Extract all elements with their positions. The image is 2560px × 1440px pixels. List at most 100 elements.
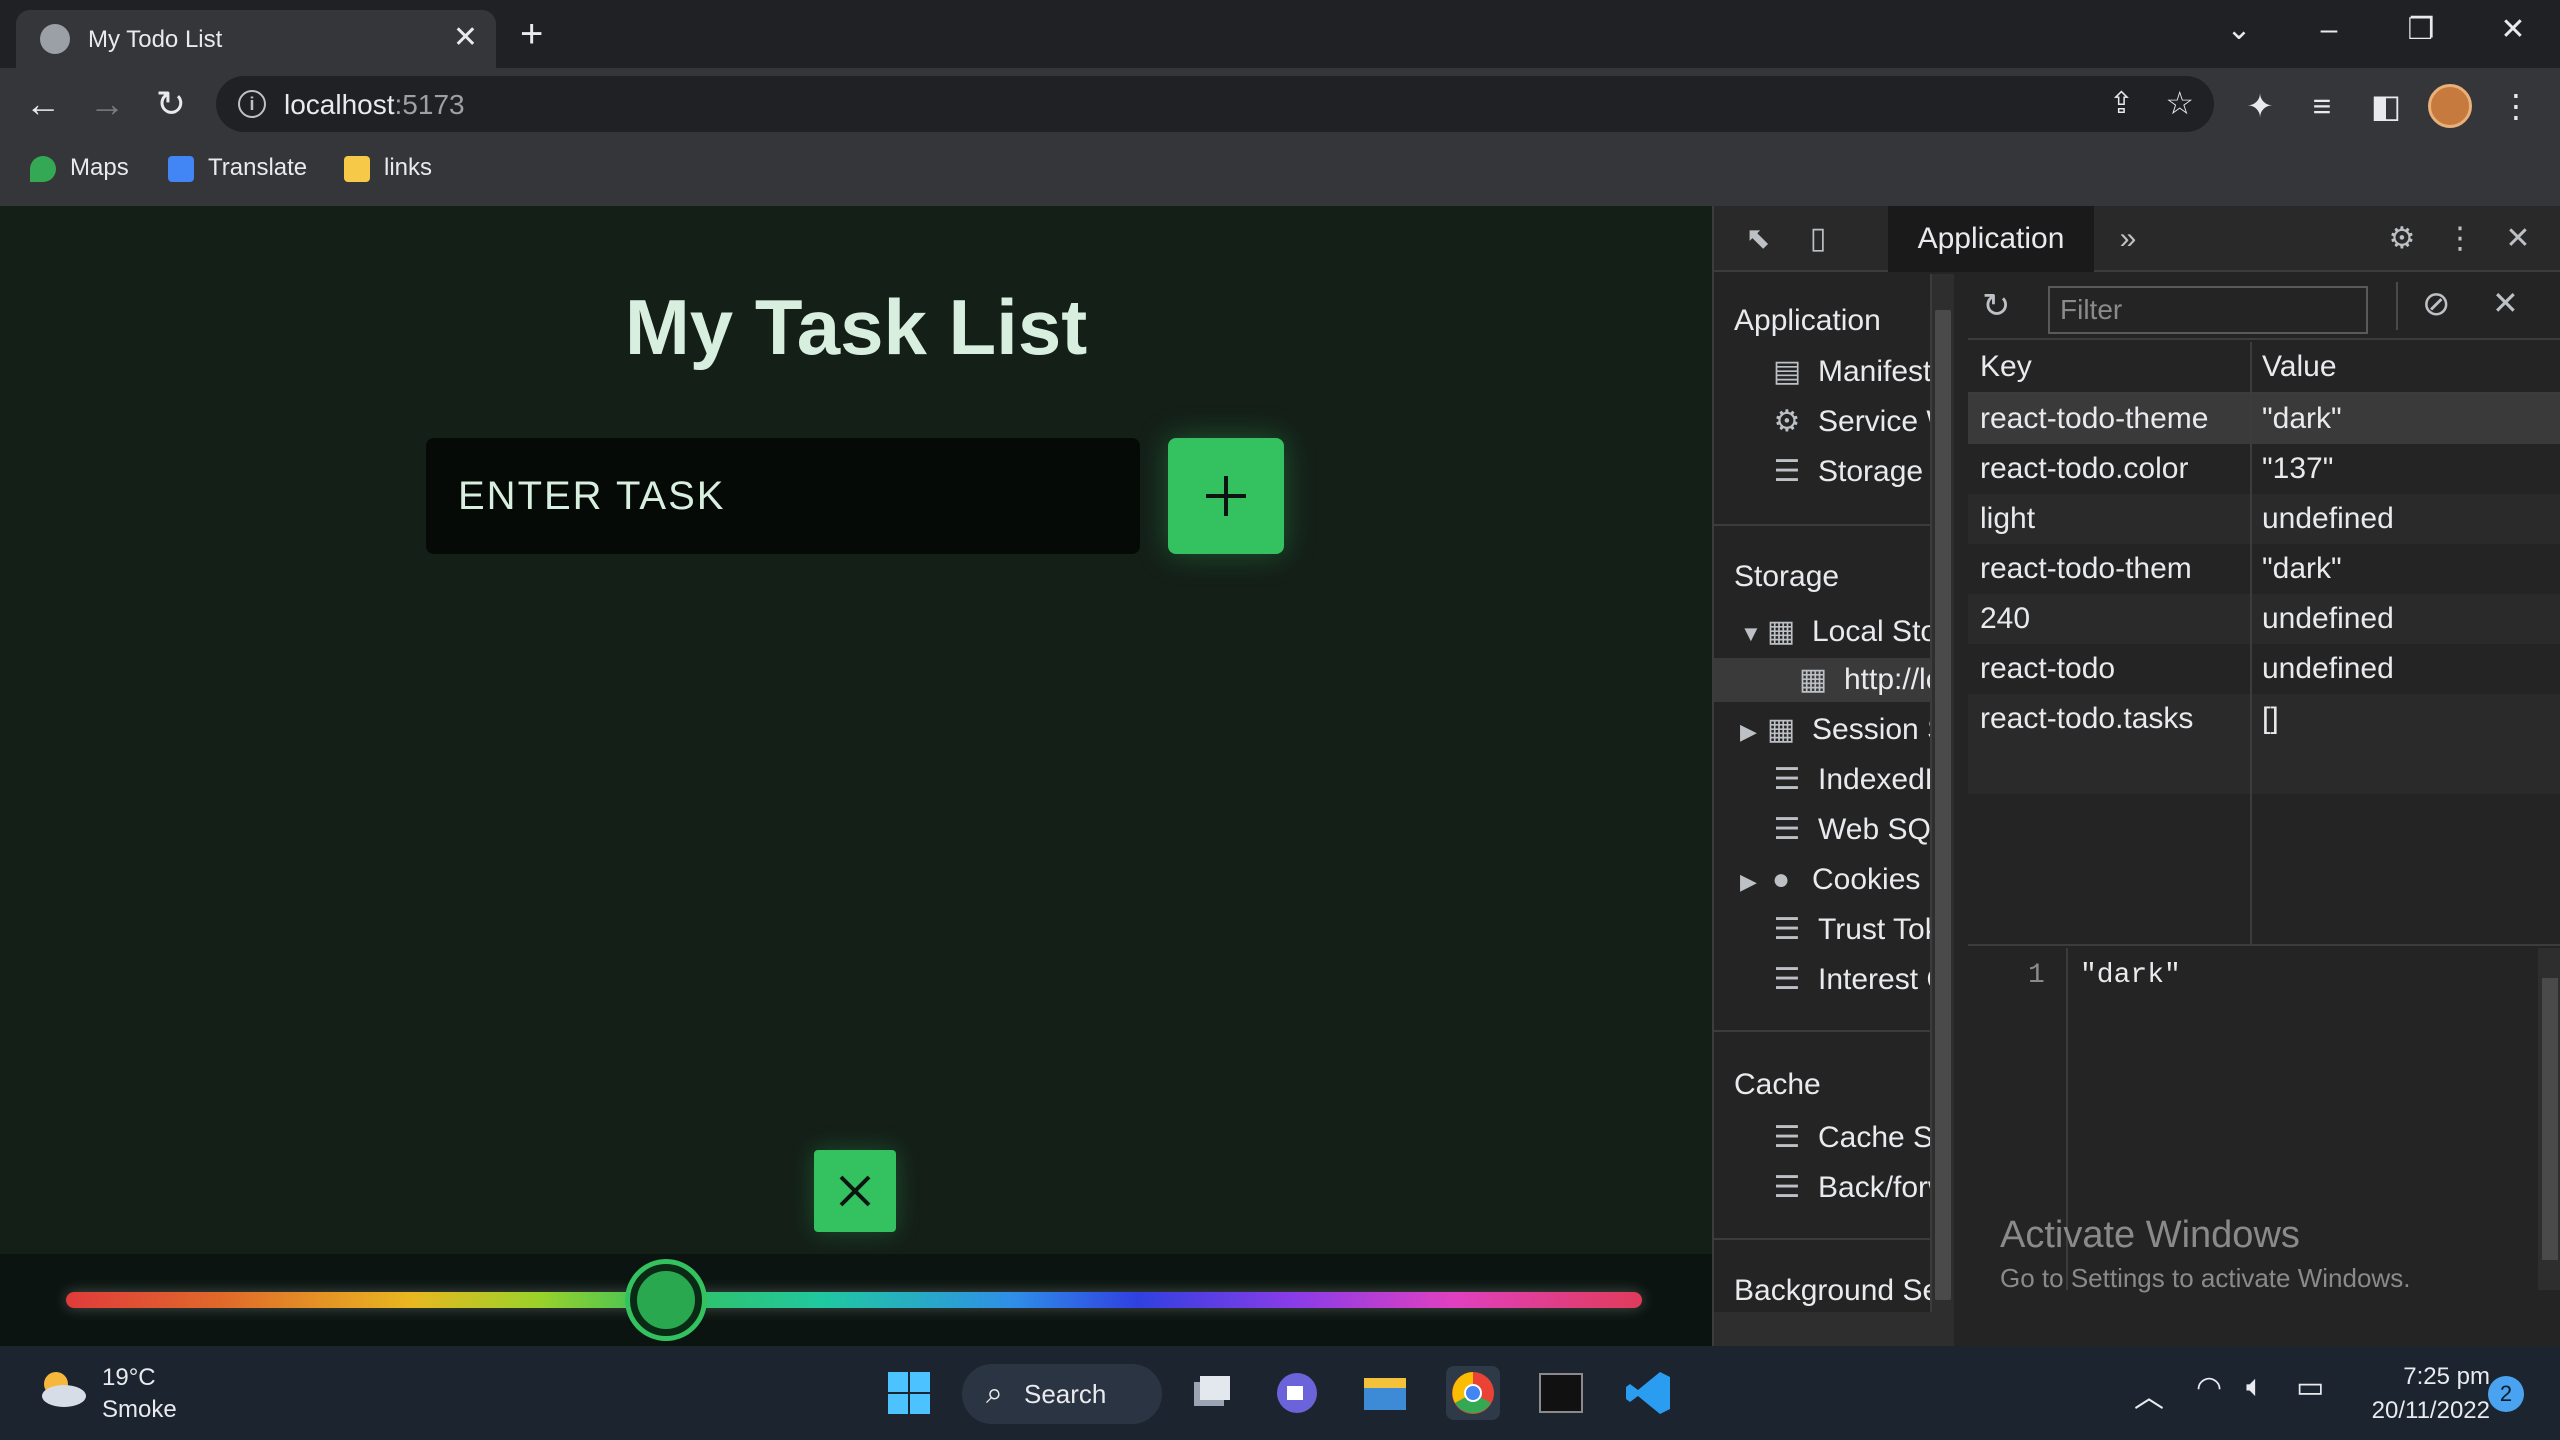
cell-value: undefined: [2262, 602, 2394, 635]
sidebar-item-trust-tokens[interactable]: ☰Trust Tokens: [1770, 908, 1930, 952]
cell-value: "dark": [2262, 552, 2342, 585]
globe-icon: [40, 24, 70, 54]
table-icon: ▦: [1766, 713, 1796, 746]
clock[interactable]: 7:25 pm 20/11/2022: [2340, 1360, 2490, 1428]
divider: [1714, 1030, 1930, 1032]
expanded-arrow-icon[interactable]: ▼: [1740, 612, 1764, 656]
browser-tab[interactable]: My Todo List ✕: [16, 10, 496, 68]
url-text: localhost:5173: [284, 89, 465, 120]
preview-code: "dark": [2080, 960, 2181, 991]
volume-icon[interactable]: 🔈︎: [2246, 1370, 2264, 1404]
collapsed-arrow-icon[interactable]: ▶: [1740, 860, 1764, 904]
bookmark-star-icon[interactable]: ☆: [2165, 84, 2194, 122]
column-divider[interactable]: [2250, 342, 2252, 946]
column-header-key[interactable]: Key: [1968, 342, 2250, 392]
clear-tasks-button[interactable]: [814, 1150, 896, 1232]
devtools-tab-bar: ⬉ ▯ Application » ⚙ ⋮ ✕: [1714, 206, 2560, 272]
sidebar-item-back-forward-cache[interactable]: ☰Back/forward cache: [1770, 1166, 1930, 1210]
sidebar-item-local-storage[interactable]: ▼▦Local Storage: [1740, 610, 1930, 656]
sidebar-item-cache-storage[interactable]: ☰Cache Storage: [1770, 1116, 1930, 1160]
refresh-icon[interactable]: ↻: [1982, 286, 2011, 326]
line-number: 1: [2028, 960, 2045, 991]
close-window-icon[interactable]: ✕: [2488, 10, 2538, 50]
table-row[interactable]: react-todo.tasks []: [1968, 694, 2560, 744]
settings-gear-icon[interactable]: ⚙: [2380, 220, 2424, 258]
column-header-value[interactable]: Value: [2250, 342, 2560, 392]
back-icon[interactable]: ←: [18, 82, 68, 126]
table-row[interactable]: light undefined: [1968, 494, 2560, 544]
sidebar-horizontal-scrollbar[interactable]: [1714, 1312, 1954, 1346]
restore-icon[interactable]: ❐: [2396, 10, 2446, 50]
chrome-icon[interactable]: [1446, 1366, 1500, 1420]
sidebar-item-manifest[interactable]: ▤ Manifest: [1770, 350, 1930, 394]
vscode-icon[interactable]: [1622, 1366, 1676, 1420]
taskbar-search[interactable]: ⌕ Search: [962, 1364, 1162, 1424]
close-tab-icon[interactable]: ✕: [453, 22, 478, 54]
database-icon: ☰: [1773, 455, 1801, 488]
sidebar-item-cookies[interactable]: ▶ ● Cookies: [1740, 858, 1920, 902]
preview-scrollbar[interactable]: [2538, 948, 2560, 1290]
tab-application[interactable]: Application: [1888, 206, 2094, 272]
bookmark-translate[interactable]: Translate: [168, 150, 307, 186]
table-row[interactable]: react-todo undefined: [1968, 644, 2560, 694]
wifi-icon[interactable]: ◠: [2196, 1370, 2222, 1405]
sidebar-scrollbar[interactable]: [1932, 274, 1954, 1314]
share-icon[interactable]: ⇪: [2109, 86, 2134, 121]
sidebar-item-localhost-origin[interactable]: ▦http://localhost:5173: [1714, 658, 1930, 702]
table-row[interactable]: react-todo-them "dark": [1968, 544, 2560, 594]
close-devtools-icon[interactable]: ✕: [2496, 220, 2540, 258]
terminal-icon[interactable]: [1534, 1366, 1588, 1420]
sidebar-item-indexeddb[interactable]: ☰IndexedDB: [1770, 758, 1930, 802]
file-explorer-icon[interactable]: [1358, 1366, 1412, 1420]
media-control-icon[interactable]: ≡: [2300, 86, 2344, 126]
table-row[interactable]: react-todo.color "137": [1968, 444, 2560, 494]
bookmark-links[interactable]: links: [344, 150, 432, 186]
bookmark-maps[interactable]: Maps: [30, 150, 129, 186]
site-info-icon[interactable]: i: [238, 90, 266, 118]
reload-icon[interactable]: ↻: [146, 82, 196, 126]
extensions-icon[interactable]: ✦: [2238, 86, 2282, 126]
cell-key: light: [1980, 502, 2036, 535]
windows-start-icon[interactable]: [882, 1366, 936, 1420]
database-icon: ☰: [1773, 963, 1801, 996]
clear-all-icon[interactable]: ⊘: [2422, 284, 2451, 324]
cell-value: undefined: [2262, 652, 2394, 685]
device-toolbar-icon[interactable]: ▯: [1796, 220, 1840, 258]
menu-kebab-icon[interactable]: ⋮: [2494, 86, 2538, 126]
sidebar-item-web-sql[interactable]: ☰Web SQL: [1770, 808, 1930, 852]
hue-slider-track[interactable]: [66, 1292, 1642, 1308]
table-row[interactable]: 240 undefined: [1968, 594, 2560, 644]
sidebar-item-service-workers[interactable]: ⚙Service Workers: [1770, 400, 1930, 444]
scrollbar-thumb[interactable]: [2542, 978, 2558, 1260]
address-bar[interactable]: i localhost:5173 ⇪ ☆: [216, 76, 2214, 132]
collapsed-arrow-icon[interactable]: ▶: [1740, 710, 1764, 754]
teams-chat-icon[interactable]: [1270, 1366, 1324, 1420]
translate-icon: [168, 155, 194, 182]
notification-badge[interactable]: 2: [2488, 1376, 2524, 1412]
cell-key: react-todo-theme: [1980, 402, 2209, 435]
clock-time: 7:25 pm: [2403, 1363, 2490, 1390]
task-view-icon[interactable]: [1184, 1366, 1238, 1420]
inspect-element-icon[interactable]: ⬉: [1736, 220, 1780, 258]
minimize-icon[interactable]: –: [2304, 10, 2354, 50]
side-panel-icon[interactable]: ◧: [2364, 86, 2408, 126]
forward-icon[interactable]: →: [82, 82, 132, 126]
battery-icon[interactable]: ▭: [2296, 1370, 2324, 1405]
sidebar-item-session-storage[interactable]: ▶▦Session Storage: [1740, 708, 1930, 754]
table-row[interactable]: react-todo-theme "dark": [1968, 394, 2560, 444]
task-input[interactable]: [426, 438, 1140, 554]
add-task-button[interactable]: [1168, 438, 1284, 554]
sidebar-item-storage[interactable]: ☰ Storage: [1770, 450, 1924, 494]
sidebar-item-interest-groups[interactable]: ☰Interest Groups: [1770, 958, 1930, 1002]
hue-slider-thumb[interactable]: [630, 1264, 702, 1336]
scrollbar-thumb[interactable]: [1935, 310, 1951, 1300]
profile-avatar[interactable]: [2428, 84, 2472, 128]
more-tabs-icon[interactable]: »: [2106, 220, 2150, 258]
show-hidden-icons[interactable]: ︿: [2134, 1372, 2164, 1416]
devtools-menu-icon[interactable]: ⋮: [2438, 220, 2482, 258]
tab-search-icon[interactable]: ⌄: [2214, 10, 2264, 50]
activate-windows-watermark: Activate Windows Go to Settings to activ…: [2000, 1214, 2410, 1294]
new-tab-button[interactable]: +: [520, 14, 543, 54]
delete-selected-icon[interactable]: ✕: [2492, 284, 2519, 322]
filter-input[interactable]: [2048, 286, 2368, 334]
